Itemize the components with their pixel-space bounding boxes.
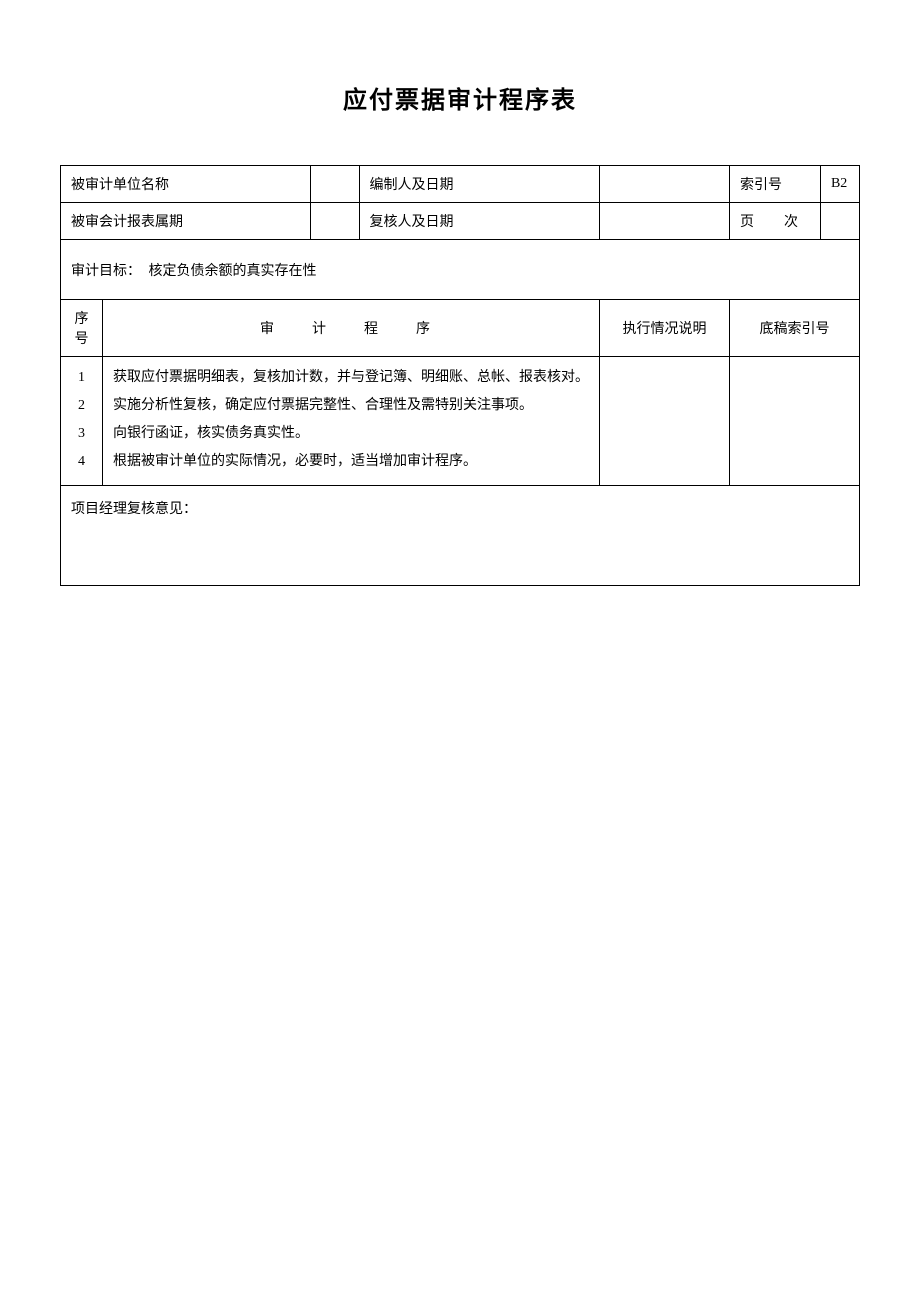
meta-row-2: 被审会计报表属期 复核人及日期 页 次 — [61, 203, 860, 240]
period-value[interactable] — [311, 203, 359, 240]
page-container: 应付票据审计程序表 被审计单位名称 编制人及日期 索引号 B2 被审会计报表属期… — [0, 0, 920, 1302]
footer-row: 项目经理复核意见： — [61, 486, 860, 586]
meta-row-1: 被审计单位名称 编制人及日期 索引号 B2 — [61, 166, 860, 203]
document-title: 应付票据审计程序表 — [60, 80, 860, 115]
reference-cell[interactable] — [730, 357, 860, 486]
entity-name-value[interactable] — [311, 166, 359, 203]
objective-text: 核定负债余额的真实存在性 — [149, 264, 317, 279]
column-header-row: 序号 审 计 程 序 执行情况说明 底稿索引号 — [61, 300, 860, 357]
index-label: 索引号 — [730, 166, 821, 203]
objective-cell: 审计目标： 核定负债余额的真实存在性 — [61, 240, 860, 300]
col-header-seq: 序号 — [61, 300, 103, 357]
seq-no: 1 — [71, 365, 92, 391]
seq-no: 3 — [71, 421, 92, 447]
procedure-body-row: 1 2 3 4 获取应付票据明细表，复核加计数，并与登记簿、明细账、总帐、报表核… — [61, 357, 860, 486]
procedure-item: 根据被审计单位的实际情况，必要时，适当增加审计程序。 — [113, 449, 589, 475]
preparer-value[interactable] — [600, 166, 730, 203]
procedure-item: 实施分析性复核，确定应付票据完整性、合理性及需特别关注事项。 — [113, 393, 589, 419]
manager-review-cell[interactable]: 项目经理复核意见： — [61, 486, 860, 586]
col-header-reference: 底稿索引号 — [730, 300, 860, 357]
reviewer-label: 复核人及日期 — [359, 203, 600, 240]
procedure-text-cell: 获取应付票据明细表，复核加计数，并与登记簿、明细账、总帐、报表核对。 实施分析性… — [103, 357, 600, 486]
col-header-execution: 执行情况说明 — [600, 300, 730, 357]
audit-form-table: 被审计单位名称 编制人及日期 索引号 B2 被审会计报表属期 复核人及日期 页 … — [60, 165, 860, 586]
period-label: 被审会计报表属期 — [61, 203, 311, 240]
procedure-item: 获取应付票据明细表，复核加计数，并与登记簿、明细账、总帐、报表核对。 — [113, 365, 589, 391]
col-header-procedure: 审 计 程 序 — [103, 300, 600, 357]
objective-label: 审计目标： — [71, 264, 141, 279]
seq-no: 2 — [71, 393, 92, 419]
page-number-value[interactable] — [820, 203, 859, 240]
seq-number-cell: 1 2 3 4 — [61, 357, 103, 486]
objective-row: 审计目标： 核定负债余额的真实存在性 — [61, 240, 860, 300]
execution-cell[interactable] — [600, 357, 730, 486]
manager-review-label: 项目经理复核意见： — [71, 502, 197, 517]
index-value[interactable]: B2 — [820, 166, 859, 203]
reviewer-value[interactable] — [600, 203, 730, 240]
seq-no: 4 — [71, 449, 92, 475]
preparer-label: 编制人及日期 — [359, 166, 600, 203]
page-number-label: 页 次 — [730, 203, 821, 240]
procedure-item: 向银行函证，核实债务真实性。 — [113, 421, 589, 447]
entity-name-label: 被审计单位名称 — [61, 166, 311, 203]
